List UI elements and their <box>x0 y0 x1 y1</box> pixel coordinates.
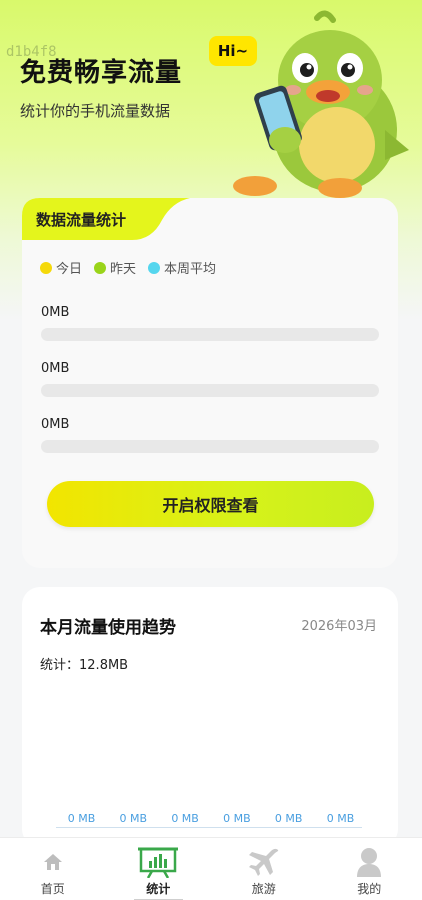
page-title: 免费畅享流量 <box>20 58 183 88</box>
stat-row-today: 0MB <box>41 305 379 341</box>
tab-statistics[interactable]: 统计 <box>106 838 212 900</box>
chart-board-icon <box>138 846 179 878</box>
tab-travel[interactable]: 旅游 <box>211 838 317 900</box>
tab-label: 统计 <box>146 882 171 896</box>
airplane-icon <box>248 846 280 878</box>
bottom-tab-bar: 首页 统计 旅游 我的 <box>0 837 422 900</box>
home-icon <box>43 846 63 878</box>
trend-value-label: 0 MB <box>326 812 355 825</box>
legend-item-yesterday: 昨天 <box>94 258 136 277</box>
tab-label: 首页 <box>40 882 65 896</box>
stat-value: 0MB <box>41 417 70 432</box>
trend-value-label: 0 MB <box>119 812 148 825</box>
page-subtitle: 统计你的手机流量数据 <box>20 102 171 120</box>
legend-item-today: 今日 <box>40 258 82 277</box>
greeting-bubble: Hi~ <box>209 36 257 66</box>
trend-value-label: 0 MB <box>171 812 199 825</box>
stat-progress-bar <box>41 328 379 341</box>
trend-card-title: 本月流量使用趋势 <box>40 618 176 638</box>
trend-value-labels: 0 MB 0 MB 0 MB 0 MB 0 MB 0 MB <box>56 812 366 825</box>
trend-month-selector[interactable]: 2026年03月 <box>301 615 377 634</box>
tab-home[interactable]: 首页 <box>0 838 106 900</box>
stat-progress-bar <box>41 384 379 397</box>
legend-item-week-average: 本周平均 <box>148 258 216 277</box>
trend-total-value: 12.8MB <box>79 658 129 673</box>
legend-label: 昨天 <box>110 262 137 277</box>
stat-row-yesterday: 0MB <box>41 361 379 397</box>
stat-value: 0MB <box>41 305 70 320</box>
traffic-legend: 今日 昨天 本周平均 <box>40 258 216 277</box>
traffic-card-header: 数据流量统计 <box>22 198 190 240</box>
tab-profile[interactable]: 我的 <box>317 838 422 900</box>
trend-value-label: 0 MB <box>274 812 303 825</box>
open-permission-button[interactable]: 开启权限查看 <box>47 481 374 527</box>
stat-row-week-average: 0MB <box>41 417 379 453</box>
tab-label: 我的 <box>357 882 382 896</box>
trend-total: 统计：12.8MB <box>40 654 128 673</box>
traffic-card-title: 数据流量统计 <box>36 211 127 229</box>
trend-value-label: 0 MB <box>223 812 251 825</box>
legend-label: 本周平均 <box>164 262 217 277</box>
user-icon <box>356 846 382 878</box>
legend-dot-icon <box>148 261 161 274</box>
stat-progress-bar <box>41 440 379 453</box>
trend-axis-line <box>56 827 362 828</box>
stat-value: 0MB <box>41 361 70 376</box>
legend-dot-icon <box>40 261 52 274</box>
trend-value-label: 0 MB <box>67 812 96 825</box>
legend-dot-icon <box>94 261 107 274</box>
trend-total-label: 统计： <box>40 658 80 673</box>
tab-label: 旅游 <box>251 882 276 896</box>
legend-label: 今日 <box>56 262 83 277</box>
